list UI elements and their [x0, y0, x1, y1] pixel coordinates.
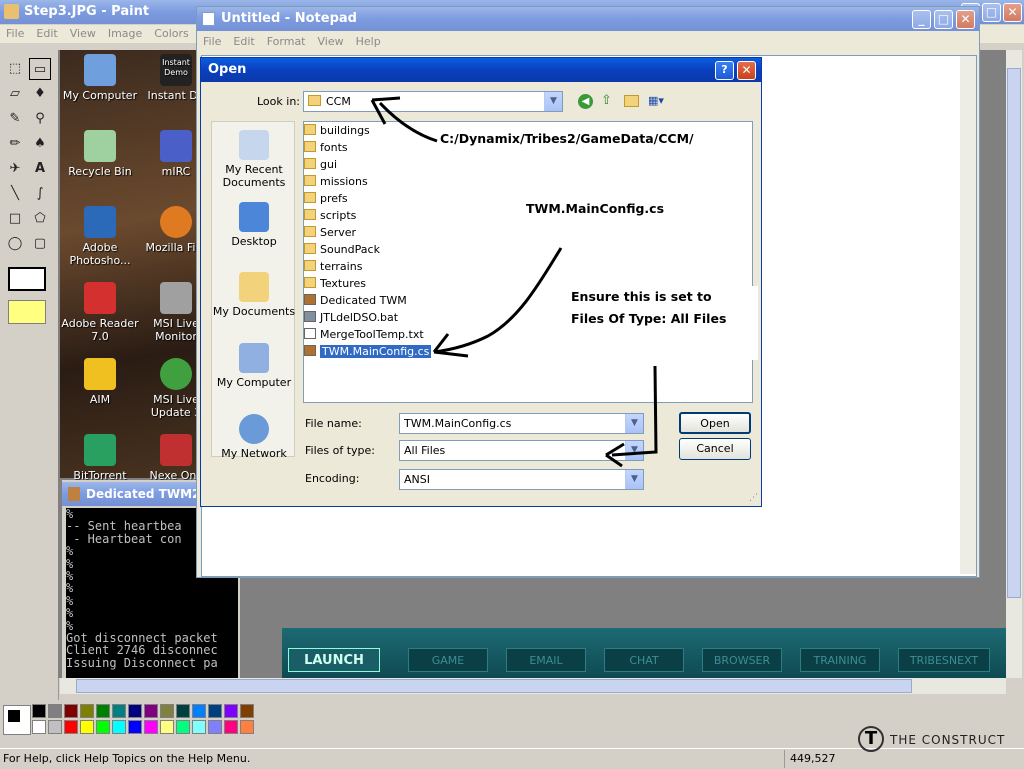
arrow-files-of-type: [611, 365, 658, 457]
arrow-file: [433, 247, 563, 354]
annotation-arrows: [370, 96, 658, 468]
arrow-look-in: [378, 101, 438, 143]
